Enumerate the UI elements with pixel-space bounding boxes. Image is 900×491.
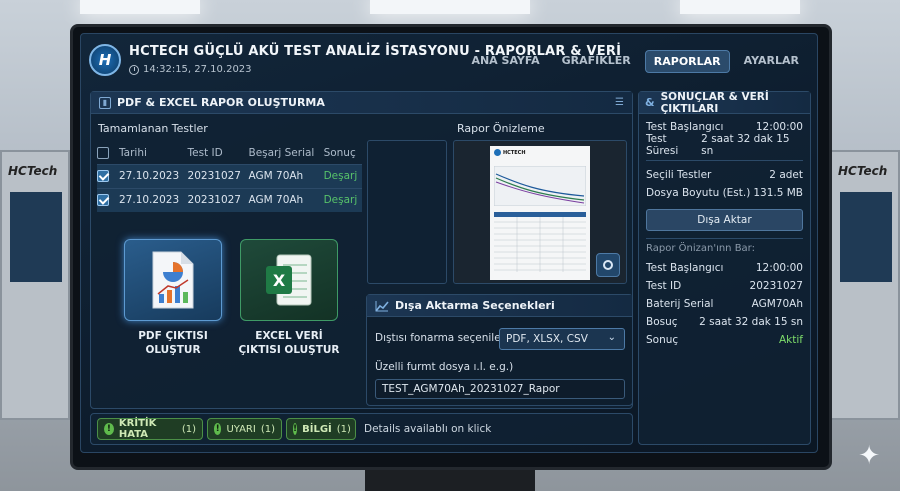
- cell-result: Deşarj: [323, 194, 358, 207]
- app-window: H HCTECH GÜÇLÜ AKÜ TEST ANALİZ İSTASYONU…: [80, 33, 818, 453]
- kv-row: Seçili Testler 2 adet: [646, 169, 803, 181]
- excel-export-button[interactable]: X: [240, 239, 338, 321]
- export-options-header: Dışa Aktarma Seçenekleri: [367, 295, 632, 317]
- doc-brand: HCTECH: [503, 149, 526, 156]
- pdf-export-label: PDF ÇIKTISI OLUŞTUR: [138, 330, 208, 356]
- tab-ayarlar[interactable]: AYARLAR: [736, 50, 807, 73]
- format-label: Dıştısı fonarma seçenileri:: [375, 332, 512, 344]
- info-alert-badge[interactable]: ! BİLGİ (1): [286, 418, 356, 440]
- cell-date: 27.10.2023: [119, 194, 180, 207]
- table-row[interactable]: 27.10.2023 20231027 AGM 70Ah Deşarj: [97, 188, 362, 212]
- background-machine: HCTech: [0, 150, 70, 420]
- excel-icon: X: [266, 254, 312, 306]
- export-options-title: Dışa Aktarma Seçenekleri: [395, 299, 555, 312]
- menu-icon[interactable]: ☰: [615, 97, 624, 108]
- format-select[interactable]: PDF, XLSX, CSV ⌄: [499, 328, 625, 350]
- table-row[interactable]: 27.10.2023 20231027 AGM 70Ah Deşarj: [97, 164, 362, 188]
- pdf-export-button[interactable]: [124, 239, 222, 321]
- kv-row: Sonuç Aktif: [646, 334, 803, 346]
- main-nav: ANA SAYFA GRAFİKLER RAPORLAR AYARLAR: [463, 50, 807, 73]
- col-header-serial: Beşarj Serial: [248, 146, 315, 159]
- alert-icon: !: [293, 423, 298, 435]
- doc-logo-icon: [494, 149, 501, 156]
- export-button[interactable]: Dışa Aktar: [646, 209, 803, 231]
- col-header-date: Tarihi: [119, 146, 147, 159]
- completed-tests-table: Tarihi Test ID Beşarj Serial Sonuç 27.10…: [97, 142, 362, 212]
- results-panel: & SONUÇLAR & VERİ ÇIKTILARI Test Başlang…: [638, 91, 811, 445]
- sparkle-icon: ✦: [858, 441, 880, 471]
- status-active: Aktif: [779, 334, 803, 346]
- kv-row: Dosya Boyutu (Est.) 131.5 MB: [646, 187, 803, 199]
- zoom-button[interactable]: [596, 253, 620, 277]
- report-panel-title: PDF & EXCEL RAPOR OLUŞTURMA: [117, 96, 325, 109]
- zoom-icon: [603, 260, 613, 270]
- cell-date: 27.10.2023: [119, 170, 180, 182]
- ceiling-lamp: [370, 0, 530, 14]
- kv-row: Bosuç 2 saat 32 dak 15 sn: [646, 316, 803, 328]
- chart-icon: ▮: [99, 96, 111, 109]
- preview-thumb-placeholder: [367, 140, 447, 284]
- kv-row: Baterij Serial AGM70Ah: [646, 298, 803, 310]
- warning-alert-badge[interactable]: ! UYARI (1): [207, 418, 282, 440]
- kv-row: Test Başlangıcı 12:00:00: [646, 262, 803, 274]
- format-select-value: PDF, XLSX, CSV: [506, 333, 588, 345]
- export-options-panel: Dışa Aktarma Seçenekleri Dıştısı fonarma…: [366, 294, 633, 406]
- results-panel-title: SONUÇLAR & VERİ ÇIKTILARI: [660, 90, 769, 115]
- svg-text:X: X: [273, 271, 286, 290]
- critical-alert-badge[interactable]: ! KRİTİK HATA (1): [97, 418, 203, 440]
- chevron-down-icon: ⌄: [607, 332, 616, 343]
- kv-row: Test ID 20231027: [646, 280, 803, 292]
- tab-ana-sayfa[interactable]: ANA SAYFA: [463, 50, 547, 73]
- cell-test-id: 20231027: [187, 170, 241, 182]
- machine-label: HCTech: [8, 164, 58, 178]
- select-all-checkbox[interactable]: [97, 146, 109, 159]
- status-bar: ! KRİTİK HATA (1) ! UYARI (1) ! BİLGİ (1) D…: [90, 413, 633, 445]
- machine-label: HCTech: [838, 164, 888, 178]
- cell-serial: AGM 70Ah: [248, 170, 304, 182]
- report-panel-header: ▮ PDF & EXCEL RAPOR OLUŞTURMA ☰: [91, 92, 632, 114]
- doc-chart: [494, 166, 586, 206]
- preview-bar-label: Rapor Önizan'ınn Bar:: [646, 243, 755, 254]
- alert-icon: !: [104, 423, 114, 435]
- background-machine: HCTech: [830, 150, 900, 420]
- cell-serial: AGM 70Ah: [248, 194, 304, 207]
- row-checkbox[interactable]: [97, 194, 109, 207]
- link-icon: &: [645, 96, 655, 109]
- alert-icon: !: [214, 423, 222, 435]
- cell-test-id: 20231027: [187, 194, 241, 207]
- pdf-report-icon: [152, 251, 194, 309]
- report-preview-document: HCTECH: [490, 146, 590, 280]
- row-checkbox[interactable]: [97, 170, 109, 182]
- excel-export-label: EXCEL VERİ ÇIKTISI OLUŞTUR: [238, 330, 340, 356]
- line-chart-icon: [375, 300, 389, 311]
- cell-result: Deşarj: [323, 170, 358, 182]
- results-panel-header: & SONUÇLAR & VERİ ÇIKTILARI: [639, 90, 810, 115]
- app-header: H HCTECH GÜÇLÜ AKÜ TEST ANALİZ İSTASYONU…: [81, 34, 817, 86]
- filename-input[interactable]: TEST_AGM70Ah_20231027_Rapor: [375, 379, 625, 399]
- tab-raporlar[interactable]: RAPORLAR: [644, 50, 730, 73]
- filename-label: Üzelli furmt dosya ı.l. e.g.): [375, 361, 514, 373]
- datetime-text: 14:32:15, 27.10.2023: [143, 64, 252, 75]
- col-header-test-id: Test ID: [187, 146, 223, 159]
- tab-grafikler[interactable]: GRAFİKLER: [554, 50, 639, 73]
- hctech-logo: H: [89, 44, 121, 76]
- col-header-result: Sonuç: [323, 146, 356, 159]
- datetime: 14:32:15, 27.10.2023: [129, 64, 252, 75]
- clock-icon: [129, 64, 139, 75]
- ceiling-lamp: [680, 0, 800, 14]
- completed-tests-label: Tamamlanan Testler: [98, 122, 208, 135]
- ceiling-lamp: [80, 0, 200, 14]
- report-preview-frame: HCTECH: [453, 140, 627, 284]
- doc-table: [494, 212, 586, 272]
- kv-row: Test Süresi 2 saat 32 dak 15 sn: [646, 133, 790, 157]
- status-details-text: Details availabIı on klick: [364, 423, 492, 435]
- preview-label: Rapor Önizleme: [457, 122, 545, 135]
